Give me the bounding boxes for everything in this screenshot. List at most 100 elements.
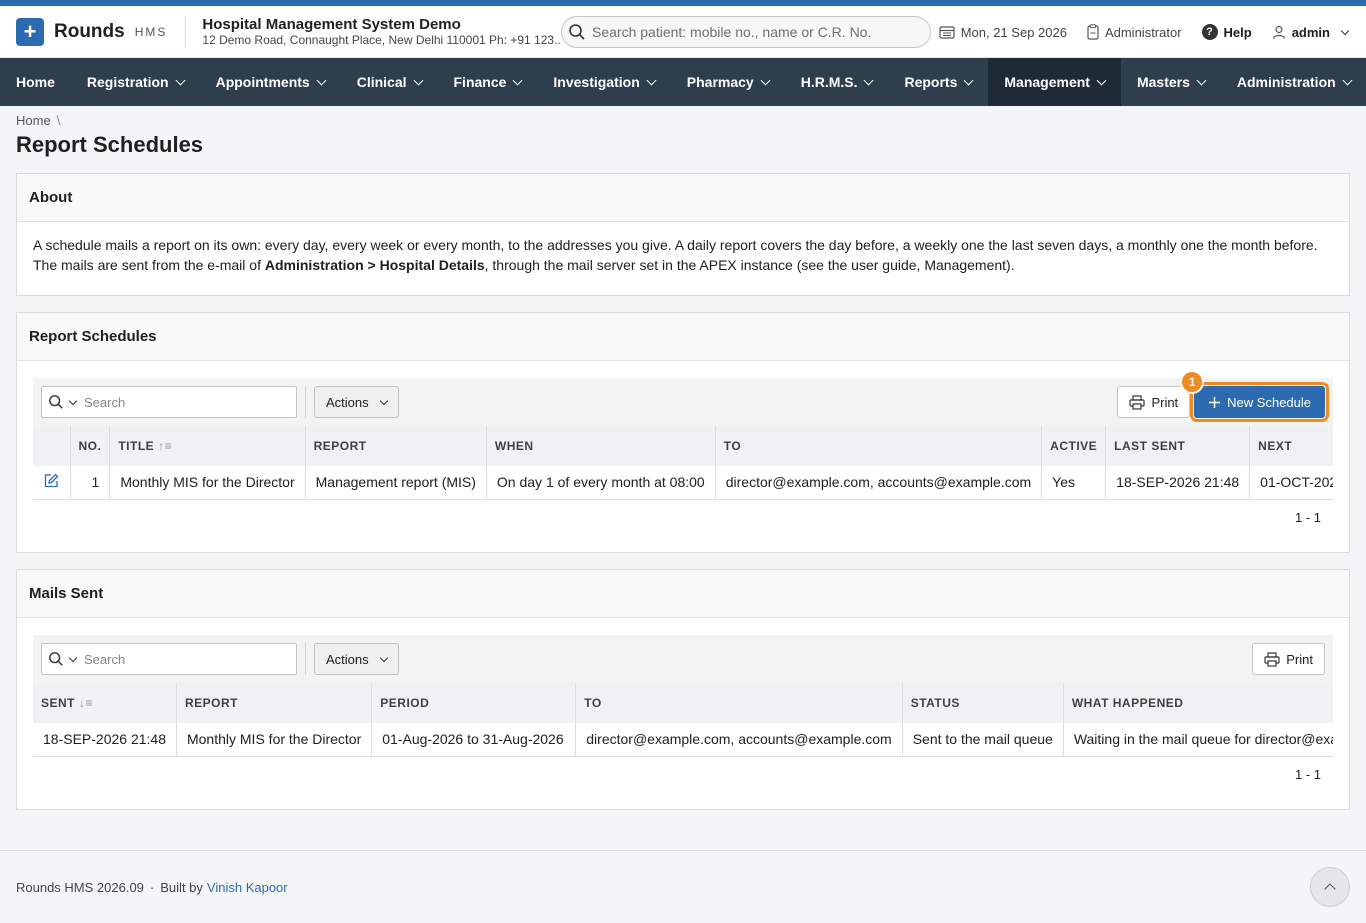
- help-link[interactable]: ? Help: [1201, 24, 1252, 40]
- mails-toolbar: Actions Print: [33, 635, 1333, 683]
- printer-icon: [1264, 651, 1280, 667]
- nav-clinical[interactable]: Clinical: [341, 58, 438, 106]
- hospital-details-reference: Administration > Hospital Details: [264, 257, 485, 273]
- column-what-happened[interactable]: WHAT HAPPENED: [1063, 683, 1333, 723]
- chevron-down-icon[interactable]: [68, 396, 78, 405]
- brand-subtitle: HMS: [134, 24, 168, 39]
- column-when[interactable]: WHEN: [486, 426, 716, 466]
- chevron-down-icon: [1342, 75, 1353, 85]
- chevron-down-icon: [316, 75, 327, 85]
- nav-administration[interactable]: Administration: [1221, 58, 1366, 106]
- mails-search-input[interactable]: [84, 651, 284, 667]
- search-icon: [49, 395, 63, 409]
- chevron-up-icon: [1324, 883, 1336, 895]
- nav-masters[interactable]: Masters: [1121, 58, 1221, 106]
- breadcrumb: Home \: [0, 106, 1366, 128]
- mails-search[interactable]: [41, 643, 297, 675]
- about-region: About A schedule mails a report on its o…: [16, 173, 1350, 296]
- page-title: Report Schedules: [16, 132, 204, 157]
- column-sent[interactable]: SENT ↓≡: [33, 683, 177, 723]
- column-last-sent[interactable]: LAST SENT: [1105, 426, 1251, 466]
- mails-toolbar-right: Print: [1252, 643, 1325, 675]
- breadcrumb-home[interactable]: Home: [16, 113, 51, 128]
- column-to[interactable]: TO: [715, 426, 1043, 466]
- column-title[interactable]: TITLE ↑≡: [109, 426, 306, 466]
- nav-reports[interactable]: Reports: [888, 58, 988, 106]
- chevron-down-icon: [1196, 75, 1207, 85]
- mails-actions-button[interactable]: Actions: [314, 643, 399, 675]
- schedules-print-button[interactable]: Print: [1117, 386, 1191, 418]
- header-divider: [185, 15, 187, 48]
- schedules-toolbar-right: Print 1 New Schedule: [1117, 370, 1329, 422]
- about-text: A schedule mails a report on its own: ev…: [33, 237, 1318, 273]
- schedules-actions-button[interactable]: Actions: [314, 386, 399, 418]
- cell-status: Sent to the mail queue: [902, 723, 1064, 757]
- sort-ascending-icon: ↑≡: [158, 439, 173, 453]
- footer-dot: ·: [149, 879, 155, 895]
- column-status[interactable]: STATUS: [902, 683, 1064, 723]
- footer-version: Rounds HMS 2026.09: [16, 879, 144, 895]
- column-report[interactable]: REPORT: [176, 683, 373, 723]
- column-period[interactable]: PERIOD: [371, 683, 577, 723]
- column-to[interactable]: TO: [575, 683, 903, 723]
- schedules-search-input[interactable]: [84, 394, 284, 410]
- chevron-down-icon: [175, 75, 186, 85]
- column-next[interactable]: NEXT: [1249, 426, 1333, 466]
- step-badge: 1: [1180, 370, 1205, 394]
- search-icon: [569, 24, 585, 40]
- printer-icon: [1129, 394, 1146, 410]
- chevron-down-icon: [379, 396, 388, 405]
- cell-when: On day 1 of every month at 08:00: [486, 466, 716, 500]
- nav-management[interactable]: Management: [988, 58, 1121, 106]
- toolbar-divider: [305, 643, 306, 675]
- cell-report: Monthly MIS for the Director: [176, 723, 373, 757]
- help-label: Help: [1223, 24, 1252, 40]
- page-footer: Rounds HMS 2026.09 · Built by Vinish Kap…: [0, 850, 1366, 923]
- chevron-down-icon: [512, 75, 523, 85]
- footer-built-by: Built by: [160, 879, 203, 895]
- footer-author-link[interactable]: Vinish Kapoor: [207, 880, 288, 895]
- main-nav: Home Registration Appointments Clinical …: [0, 58, 1366, 106]
- cell-period: 01-Aug-2026 to 31-Aug-2026: [371, 723, 577, 757]
- nav-investigation[interactable]: Investigation: [537, 58, 670, 106]
- help-icon: ?: [1201, 24, 1218, 40]
- column-active[interactable]: ACTIVE: [1041, 426, 1107, 466]
- sort-descending-icon: ↓≡: [79, 696, 94, 710]
- chevron-down-icon: [413, 75, 423, 85]
- mails-region-title: Mails Sent: [17, 570, 1349, 618]
- edit-cell[interactable]: [33, 466, 71, 500]
- logo-icon[interactable]: +: [16, 17, 44, 46]
- cell-last-sent: 18-SEP-2026 21:48: [1105, 466, 1251, 500]
- chevron-down-icon: [864, 75, 874, 85]
- user-menu[interactable]: admin: [1272, 25, 1350, 40]
- scroll-to-top-button[interactable]: [1310, 867, 1350, 907]
- nav-finance[interactable]: Finance: [438, 58, 538, 106]
- cell-next: 01-OCT-2026 08:00: [1249, 466, 1333, 500]
- cell-title: Monthly MIS for the Director: [109, 466, 306, 500]
- brand-name[interactable]: Rounds: [54, 21, 125, 43]
- table-row: 1 Monthly MIS for the Director Managemen…: [33, 466, 1333, 500]
- schedules-pagination: 1 - 1: [1294, 510, 1321, 525]
- chevron-down-icon: [646, 75, 657, 85]
- nav-hrms[interactable]: H.R.M.S.: [785, 58, 889, 106]
- nav-appointments[interactable]: Appointments: [200, 58, 341, 106]
- patient-search-input[interactable]: [592, 24, 922, 40]
- mails-print-button[interactable]: Print: [1252, 643, 1325, 675]
- current-role: Administrator: [1104, 24, 1182, 40]
- hospital-name: Hospital Management System Demo: [202, 15, 461, 33]
- column-report[interactable]: REPORT: [305, 426, 487, 466]
- nav-registration[interactable]: Registration: [71, 58, 200, 106]
- chevron-down-icon[interactable]: [68, 653, 78, 662]
- search-icon: [49, 652, 63, 666]
- toolbar-divider: [305, 386, 306, 418]
- patient-search[interactable]: [561, 16, 931, 48]
- chevron-down-icon: [1340, 26, 1350, 35]
- nav-home[interactable]: Home: [0, 58, 71, 106]
- edit-icon[interactable]: [43, 473, 59, 489]
- date-display: Mon, 21 Sep 2026: [939, 25, 1067, 40]
- column-no[interactable]: NO.: [70, 426, 111, 466]
- schedules-search[interactable]: [41, 386, 297, 418]
- nav-pharmacy[interactable]: Pharmacy: [671, 58, 785, 106]
- new-schedule-button[interactable]: 1 New Schedule: [1180, 370, 1329, 422]
- role-display[interactable]: Administrator: [1087, 24, 1182, 40]
